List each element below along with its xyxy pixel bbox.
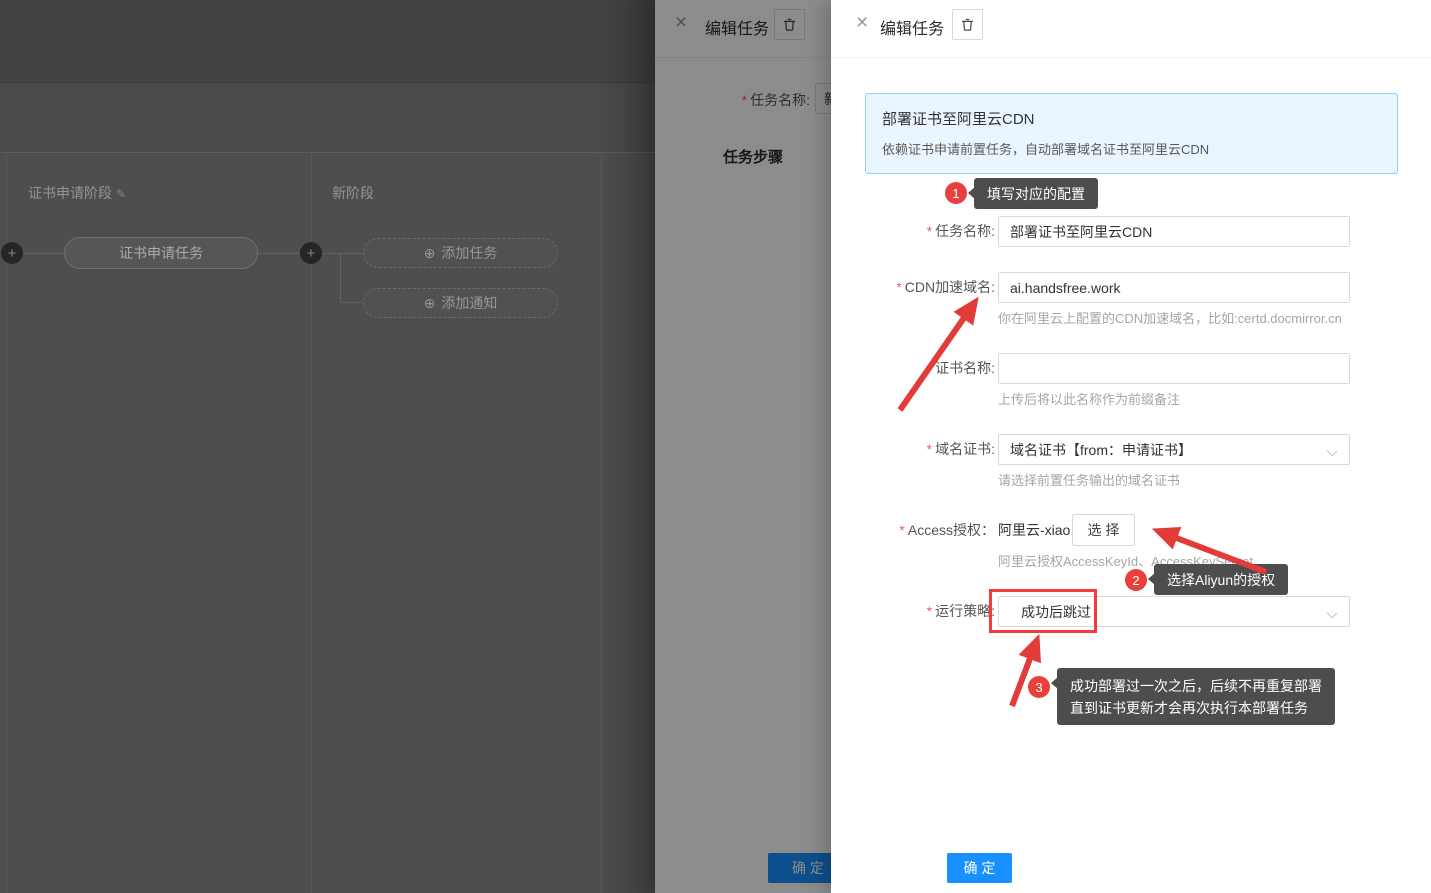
tooltip-text: 选择Aliyun的授权 bbox=[1167, 569, 1275, 591]
drawer-title: 编辑任务 bbox=[880, 15, 944, 39]
confirm-button[interactable]: 确 定 bbox=[947, 853, 1012, 883]
task-name-label: *任务名称: bbox=[831, 216, 995, 247]
plugin-description: 依赖证书申请前置任务，自动部署域名证书至阿里云CDN bbox=[882, 139, 1381, 158]
connector-line bbox=[23, 253, 64, 254]
domain-cert-help: 请选择前置任务输出的域名证书 bbox=[998, 470, 1180, 489]
cdn-domain-input[interactable] bbox=[998, 272, 1350, 303]
workflow-editor-dimmed: 证书申请阶段 ✎ 新阶段 + + 证书申请任务 ⊕ 添加任务 ⊕ 添加通知 bbox=[0, 0, 655, 893]
run-strategy-label: *运行策略: bbox=[831, 596, 995, 627]
selected-value: 域名证书【from：申请证书】 bbox=[1010, 440, 1192, 460]
edit-task-drawer-back: × 编辑任务 *任务名称: 任务步骤 确 定 bbox=[655, 0, 831, 893]
tooltip-text: 直到证书更新才会再次执行本部署任务 bbox=[1070, 697, 1322, 719]
stage-title-cert-request: 证书申请阶段 ✎ bbox=[28, 183, 126, 203]
add-task-label: 添加任务 bbox=[441, 243, 497, 263]
top-header-band bbox=[0, 0, 655, 82]
plus-icon: + bbox=[8, 246, 17, 261]
required-mark: * bbox=[927, 603, 932, 619]
cdn-domain-label: *CDN加速域名: bbox=[831, 272, 995, 303]
run-strategy-select[interactable]: 成功后跳过 bbox=[998, 596, 1350, 627]
cert-name-help: 上传后将以此名称作为前缀备注 bbox=[998, 389, 1180, 408]
plugin-title: 部署证书至阿里云CDN bbox=[882, 108, 1381, 129]
annotation-badge-3: 3 bbox=[1028, 676, 1050, 698]
close-icon[interactable]: × bbox=[856, 12, 868, 33]
access-selected-value: 阿里云-xiao bbox=[998, 515, 1070, 546]
label-text: Access授权： bbox=[908, 522, 995, 538]
add-task-button[interactable]: ⊕ 添加任务 bbox=[363, 238, 558, 268]
connector-line bbox=[258, 253, 300, 254]
annotation-badge-1: 1 bbox=[945, 182, 967, 204]
access-select-button[interactable]: 选 择 bbox=[1072, 514, 1135, 546]
edit-task-drawer: × 编辑任务 部署证书至阿里云CDN 依赖证书申请前置任务，自动部署域名证书至阿… bbox=[831, 0, 1431, 893]
cert-name-label: 证书名称: bbox=[831, 353, 995, 384]
annotation-tooltip-3: 成功部署过一次之后，后续不再重复部署 直到证书更新才会再次执行本部署任务 bbox=[1057, 668, 1335, 725]
required-mark: * bbox=[927, 441, 932, 457]
domain-cert-select[interactable]: 域名证书【from：申请证书】 bbox=[998, 434, 1350, 465]
trash-icon bbox=[960, 17, 975, 32]
connector-line bbox=[322, 253, 363, 254]
chevron-down-icon bbox=[1327, 608, 1338, 619]
add-notify-label: 添加通知 bbox=[441, 293, 497, 313]
toolbar-band bbox=[0, 82, 655, 152]
add-notify-button[interactable]: ⊕ 添加通知 bbox=[363, 288, 558, 318]
required-mark: * bbox=[899, 522, 904, 538]
stage-title-new-stage: 新阶段 bbox=[332, 183, 374, 203]
stage-title-text: 新阶段 bbox=[332, 185, 374, 201]
page: 证书申请阶段 ✎ 新阶段 + + 证书申请任务 ⊕ 添加任务 ⊕ 添加通知 × 编辑任… bbox=[0, 0, 1431, 893]
plus-icon: + bbox=[307, 246, 316, 261]
domain-cert-label: *域名证书: bbox=[831, 434, 995, 465]
stage-title-text: 证书申请阶段 bbox=[28, 185, 112, 201]
annotation-tooltip-1: 填写对应的配置 bbox=[974, 178, 1098, 209]
access-label: *Access授权： bbox=[831, 515, 995, 546]
drawer-shadow bbox=[597, 0, 655, 893]
circle-plus-icon: ⊕ bbox=[424, 245, 436, 262]
cdn-domain-help: 你在阿里云上配置的CDN加速域名，比如:certd.docmirror.cn bbox=[998, 308, 1342, 327]
connector-line bbox=[340, 253, 341, 303]
drawer-mask bbox=[655, 0, 831, 893]
header-divider bbox=[831, 57, 1431, 58]
task-node-cert-request[interactable]: 证书申请任务 bbox=[64, 237, 258, 269]
connector-line bbox=[340, 302, 363, 303]
annotation-tooltip-2: 选择Aliyun的授权 bbox=[1154, 564, 1288, 595]
required-mark: * bbox=[927, 223, 932, 239]
tooltip-text: 成功部署过一次之后，后续不再重复部署 bbox=[1070, 675, 1322, 697]
label-text: 域名证书: bbox=[935, 441, 995, 457]
label-text: 证书名称: bbox=[935, 360, 995, 376]
required-mark: * bbox=[896, 279, 901, 295]
add-stage-button[interactable]: + bbox=[300, 242, 322, 264]
label-text: CDN加速域名: bbox=[905, 279, 995, 295]
add-stage-button[interactable]: + bbox=[1, 242, 23, 264]
annotation-badge-2: 2 bbox=[1125, 569, 1147, 591]
chevron-down-icon bbox=[1327, 446, 1338, 457]
plugin-info-box: 部署证书至阿里云CDN 依赖证书申请前置任务，自动部署域名证书至阿里云CDN bbox=[865, 93, 1398, 174]
circle-plus-icon: ⊕ bbox=[424, 295, 436, 312]
delete-task-button[interactable] bbox=[952, 9, 983, 40]
cert-name-input[interactable] bbox=[998, 353, 1350, 384]
task-name-input[interactable] bbox=[998, 216, 1350, 247]
tooltip-text: 填写对应的配置 bbox=[987, 183, 1085, 205]
label-text: 任务名称: bbox=[935, 223, 995, 239]
edit-pencil-icon[interactable]: ✎ bbox=[116, 187, 126, 201]
label-text: 运行策略: bbox=[935, 603, 995, 619]
selected-value: 成功后跳过 bbox=[1010, 602, 1091, 622]
